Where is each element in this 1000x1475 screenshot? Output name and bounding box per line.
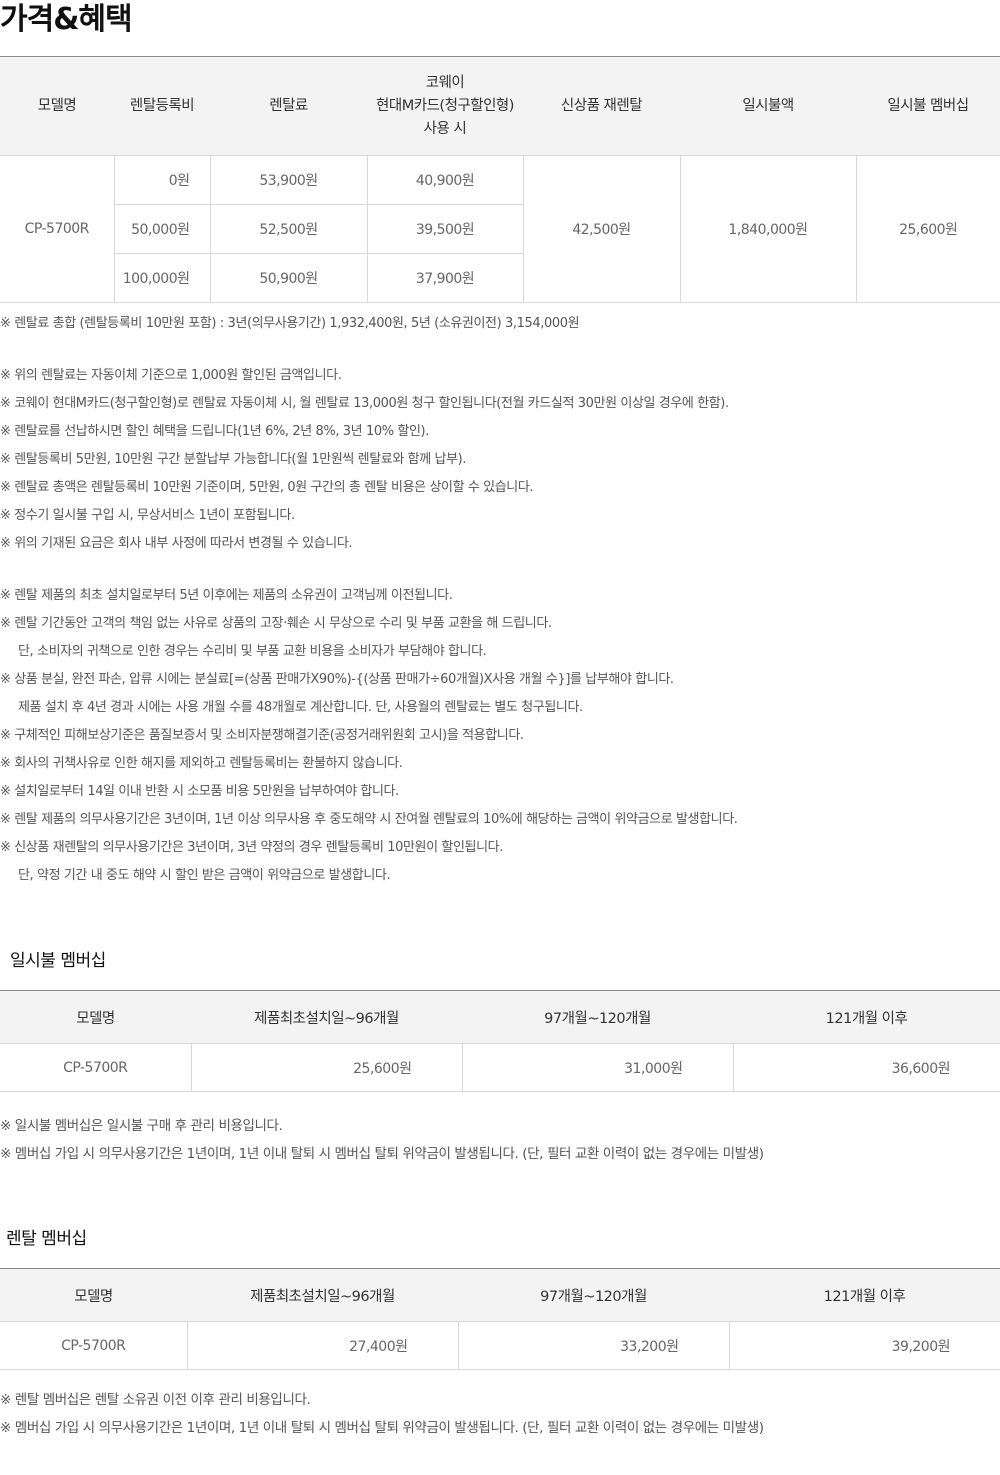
note-text: ※ 상품 분실, 완전 파손, 압류 시에는 분실료[=(상품 판매가X90%)…: [0, 672, 674, 687]
lump-membership-notes: ※ 일시불 멤버십은 일시불 구매 후 관리 비용입니다. ※ 멤버십 가입 시…: [0, 1112, 764, 1168]
header-model: 모델명: [0, 56, 114, 156]
header-lump-sum: 일시불액: [680, 56, 856, 156]
header-rerental: 신상품 재렌탈: [523, 56, 680, 156]
rental-fee-cell: 50,900원: [209, 253, 367, 303]
header-card-discount: 코웨이 현대M카드(청구할인형) 사용 시: [367, 56, 523, 156]
header-registration-fee: 렌탈등록비: [114, 56, 210, 156]
header-card-line3: 사용 시: [423, 120, 467, 137]
price-cell: 27,400원: [186, 1321, 458, 1370]
note-text: ※ 렌탈 제품의 최초 설치일로부터 5년 이후에는 제품의 소유권이 고객님께…: [0, 588, 453, 603]
header-card-line1: 코웨이: [425, 74, 465, 91]
card-fee-cell: 39,500원: [366, 204, 523, 254]
lump-sum-cell: 1,840,000원: [679, 155, 856, 303]
table-row: CP-5700R 0원 53,900원 40,900원 42,500원 1,84…: [0, 155, 1000, 303]
note-text: ※ 렌탈료 총합 (렌탈등록비 10만원 포함) : 3년(의무사용기간) 1,…: [0, 316, 580, 331]
note-text: ※ 정수기 일시불 구입 시, 무상서비스 1년이 포함됩니다.: [0, 508, 295, 523]
rental-membership-title: 렌탈 멤버십: [6, 1229, 87, 1249]
rental-fee-cell: 52,500원: [209, 204, 367, 254]
price-cell: 31,000원: [461, 1043, 733, 1092]
note-text: ※ 렌탈 멤버십은 렌탈 소유권 이전 이후 관리 비용입니다.: [0, 1392, 311, 1408]
note-text: ※ 회사의 귀책사유로 인한 해지를 제외하고 렌탈등록비는 환불하지 않습니다…: [0, 756, 403, 771]
lump-membership-cell: 25,600원: [855, 155, 1000, 303]
note-text: ※ 코웨이 현대M카드(청구할인형)로 렌탈료 자동이체 시, 월 렌탈료 13…: [0, 396, 729, 411]
price-cell: 36,600원: [732, 1043, 1000, 1092]
note-text: ※ 렌탈료를 선납하시면 할인 혜택을 드립니다(1년 6%, 2년 8%, 3…: [0, 424, 429, 439]
table-row: CP-5700R 27,400원 33,200원 39,200원: [0, 1321, 1000, 1370]
header-period-1: 제품최초설치일~96개월: [187, 1268, 458, 1322]
header-model: 모델명: [0, 1268, 187, 1322]
note-text: ※ 위의 기재된 요금은 회사 내부 사정에 따라서 변경될 수 있습니다.: [0, 536, 353, 551]
registration-fee-cell: 0원: [113, 155, 210, 205]
price-table-header: 모델명 렌탈등록비 렌탈료 코웨이 현대M카드(청구할인형) 사용 시 신상품 …: [0, 56, 1000, 156]
note-text: ※ 위의 렌탈료는 자동이체 기준으로 1,000원 할인된 금액입니다.: [0, 368, 342, 383]
header-card-line2: 현대M카드(청구할인형): [376, 97, 514, 114]
lump-membership-title: 일시불 멤버십: [10, 951, 106, 971]
rental-membership-header: 모델명 제품최초설치일~96개월 97개월~120개월 121개월 이후: [0, 1268, 1000, 1322]
header-model: 모델명: [0, 990, 191, 1044]
price-cell: 25,600원: [190, 1043, 462, 1092]
note-text: ※ 렌탈 제품의 의무사용기간은 3년이며, 1년 이상 의무사용 후 중도해약…: [0, 812, 738, 827]
header-period-3: 121개월 이후: [733, 990, 1000, 1044]
note-text: ※ 구체적인 피해보상기준은 품질보증서 및 소비자분쟁해결기준(공정거래위원회…: [0, 728, 524, 743]
rental-fee-cell: 53,900원: [209, 155, 367, 205]
model-cell: CP-5700R: [0, 1043, 191, 1092]
price-cell: 39,200원: [728, 1321, 1000, 1370]
note-text: ※ 일시불 멤버십은 일시불 구매 후 관리 비용입니다.: [0, 1118, 283, 1134]
note-text: 제품 설치 후 4년 경과 시에는 사용 개월 수를 48개월로 계산합니다. …: [18, 700, 583, 715]
model-cell: CP-5700R: [0, 155, 114, 303]
price-notes: ※ 렌탈료 총합 (렌탈등록비 10만원 포함) : 3년(의무사용기간) 1,…: [0, 310, 738, 890]
note-text: ※ 멤버십 가입 시 의무사용기간은 1년이며, 1년 이내 탈퇴 시 멤버십 …: [0, 1146, 764, 1162]
note-text: 단, 소비자의 귀책으로 인한 경우는 수리비 및 부품 교환 비용을 소비자가…: [18, 644, 487, 659]
rental-membership-notes: ※ 렌탈 멤버십은 렌탈 소유권 이전 이후 관리 비용입니다. ※ 멤버십 가…: [0, 1386, 764, 1442]
note-text: 단, 약정 기간 내 중도 해약 시 할인 받은 금액이 위약금으로 발생합니다…: [18, 868, 391, 883]
table-row: CP-5700R 25,600원 31,000원 36,600원: [0, 1043, 1000, 1092]
page-title: 가격&혜택: [0, 2, 133, 37]
header-period-3: 121개월 이후: [729, 1268, 1000, 1322]
header-rental-fee: 렌탈료: [210, 56, 367, 156]
rental-membership-table: 모델명 제품최초설치일~96개월 97개월~120개월 121개월 이후 CP-…: [0, 1268, 1000, 1370]
card-fee-cell: 37,900원: [366, 253, 523, 303]
note-text: ※ 렌탈료 총액은 렌탈등록비 10만원 기준이며, 5만원, 0원 구간의 총…: [0, 480, 534, 495]
header-period-2: 97개월~120개월: [458, 1268, 729, 1322]
rerental-cell: 42,500원: [522, 155, 680, 303]
note-text: ※ 렌탈등록비 5만원, 10만원 구간 분할납부 가능합니다(월 1만원씩 렌…: [0, 452, 467, 467]
card-fee-cell: 40,900원: [366, 155, 523, 205]
model-cell: CP-5700R: [0, 1321, 187, 1370]
note-text: ※ 설치일로부터 14일 이내 반환 시 소모품 비용 5만원을 납부하여야 합…: [0, 784, 399, 799]
note-text: ※ 멤버십 가입 시 의무사용기간은 1년이며, 1년 이내 탈퇴 시 멤버십 …: [0, 1420, 764, 1436]
header-period-1: 제품최초설치일~96개월: [191, 990, 462, 1044]
price-table: 모델명 렌탈등록비 렌탈료 코웨이 현대M카드(청구할인형) 사용 시 신상품 …: [0, 56, 1000, 303]
header-lump-membership: 일시불 멤버십: [856, 56, 1000, 156]
price-cell: 33,200원: [457, 1321, 729, 1370]
lump-membership-table: 모델명 제품최초설치일~96개월 97개월~120개월 121개월 이후 CP-…: [0, 990, 1000, 1092]
note-text: ※ 렌탈 기간동안 고객의 책임 없는 사유로 상품의 고장·훼손 시 무상으로…: [0, 616, 552, 631]
lump-membership-header: 모델명 제품최초설치일~96개월 97개월~120개월 121개월 이후: [0, 990, 1000, 1044]
registration-fee-cell: 50,000원: [113, 204, 210, 254]
registration-fee-cell: 100,000원: [113, 253, 210, 303]
header-period-2: 97개월~120개월: [462, 990, 733, 1044]
note-text: ※ 신상품 재렌탈의 의무사용기간은 3년이며, 3년 약정의 경우 렌탈등록비…: [0, 840, 503, 855]
